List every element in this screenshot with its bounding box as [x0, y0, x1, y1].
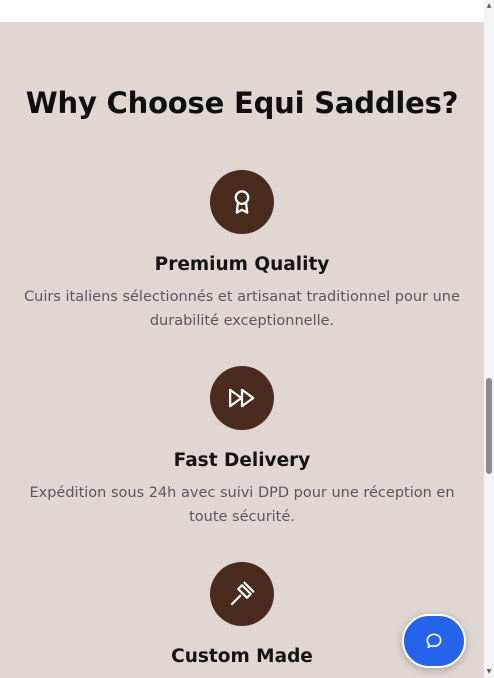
section-heading: Why Choose Equi Saddles? — [25, 86, 459, 120]
scroll-up-arrow-icon[interactable]: ▲ — [485, 2, 493, 10]
feature-description: Cuirs italiens sélectionnés et artisanat… — [24, 289, 460, 329]
hammer-icon — [210, 562, 274, 626]
feature-description: Expédition sous 24h avec suivi DPD pour … — [29, 485, 455, 525]
feature-title: Fast Delivery — [173, 450, 311, 471]
chat-bubble-icon — [424, 631, 444, 651]
feature-title: Premium Quality — [154, 254, 330, 275]
page-top-area — [0, 0, 484, 22]
chat-button[interactable] — [402, 614, 466, 668]
scroll-down-arrow-icon[interactable]: ▼ — [485, 668, 493, 676]
award-ribbon-icon — [210, 170, 274, 234]
fast-forward-icon — [210, 366, 274, 430]
feature-fast-delivery: Fast Delivery Expédition sous 24h avec s… — [0, 366, 484, 529]
scrollbar-thumb[interactable] — [486, 378, 492, 474]
why-choose-section: Why Choose Equi Saddles? Premium Quality… — [0, 22, 484, 678]
feature-premium-quality: Premium Quality Cuirs italiens sélection… — [0, 170, 484, 333]
page-scrollbar[interactable]: ▲ ▼ — [484, 0, 494, 678]
